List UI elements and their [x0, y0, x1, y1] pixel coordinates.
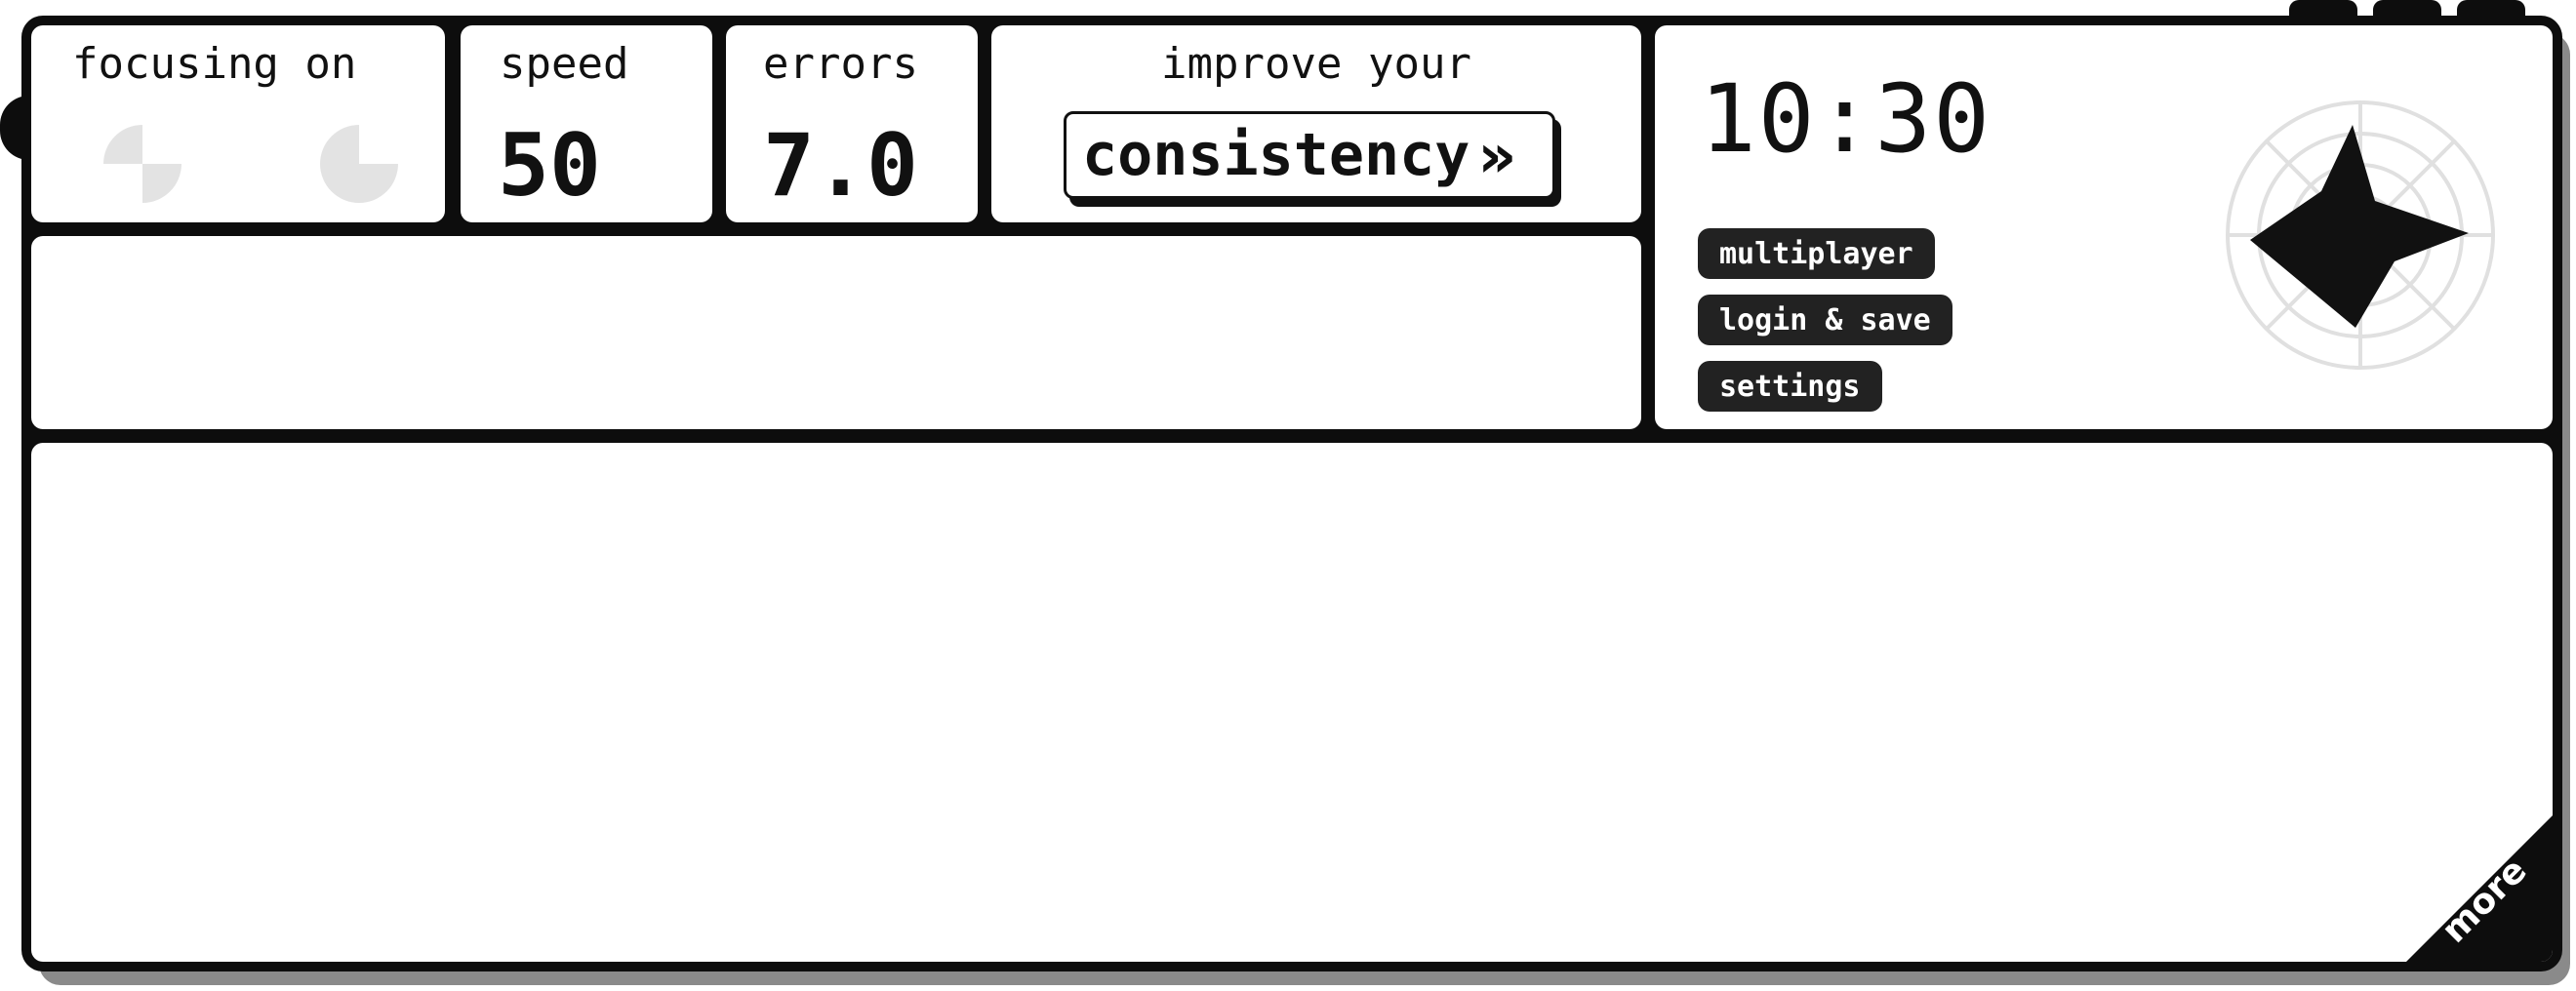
consistency-button-label: consistency: [1082, 121, 1470, 189]
speed-value: 50: [498, 115, 601, 216]
focus-key-icon-1: [103, 125, 181, 203]
clock-time: 10:30: [1700, 64, 1992, 174]
window-tab-1[interactable]: [2289, 0, 2357, 21]
focus-label: focusing on: [72, 39, 357, 89]
focus-key-icon-2: [320, 125, 398, 203]
skill-radar-icon: [2226, 100, 2495, 370]
errors-label: errors: [763, 39, 918, 89]
improve-panel: improve your consistency »: [991, 25, 1641, 222]
more-corner-button[interactable]: more: [2406, 815, 2553, 962]
text-preview-panel: [31, 236, 1641, 429]
improve-heading: improve your: [1161, 39, 1471, 89]
window-tab-3[interactable]: [2457, 0, 2525, 21]
consistency-button[interactable]: consistency »: [1064, 111, 1555, 199]
clock-menu-panel: 10:30 multiplayer login & save settings: [1655, 25, 2553, 429]
multiplayer-button[interactable]: multiplayer: [1698, 228, 1935, 279]
app-window: focusing on speed 50 errors 7.0 improve …: [21, 16, 2562, 971]
errors-value: 7.0: [763, 115, 918, 216]
double-chevron-right-icon: »: [1477, 119, 1517, 191]
speed-label: speed: [500, 39, 629, 89]
speed-panel: speed 50: [461, 25, 712, 222]
login-save-button[interactable]: login & save: [1698, 295, 1952, 345]
window-tab-2[interactable]: [2373, 0, 2441, 21]
typing-area-panel[interactable]: more: [31, 443, 2553, 962]
settings-button[interactable]: settings: [1698, 361, 1882, 412]
errors-panel: errors 7.0: [726, 25, 978, 222]
focus-panel: focusing on: [31, 25, 445, 222]
